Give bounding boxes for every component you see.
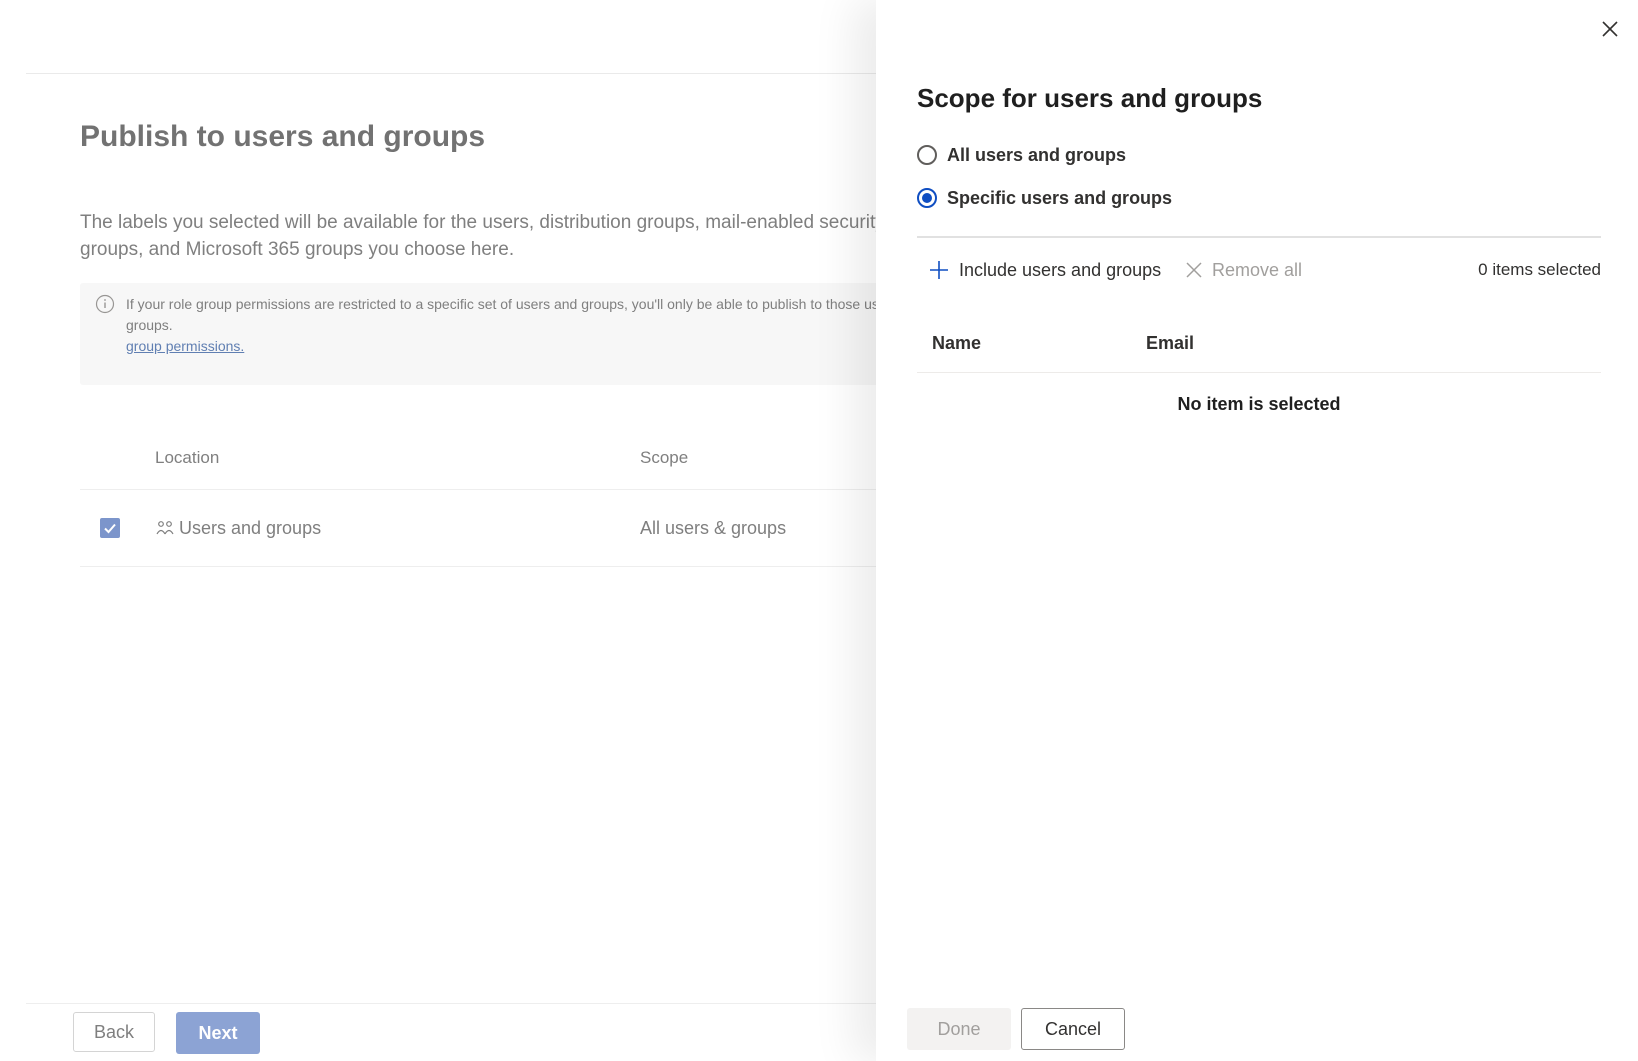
column-header-name[interactable]: Name (932, 333, 981, 354)
header-divider (26, 73, 926, 74)
close-icon[interactable] (1598, 17, 1622, 41)
radio-specific-users-groups[interactable]: Specific users and groups (917, 185, 1172, 211)
x-icon (1186, 262, 1202, 278)
remove-all-button[interactable]: Remove all (1185, 256, 1302, 284)
column-header-scope[interactable]: Scope (640, 448, 688, 468)
row-scope: All users & groups (640, 518, 787, 538)
checkmark-icon (104, 523, 116, 534)
table-header-divider (917, 372, 1601, 373)
table-row-divider (80, 566, 950, 567)
info-message-body: If your role group permissions are restr… (126, 296, 926, 333)
users-icon (156, 521, 174, 535)
page-title: Publish to users and groups (80, 120, 486, 153)
back-button[interactable]: Back (73, 1012, 155, 1052)
column-header-email[interactable]: Email (1146, 333, 1194, 354)
items-selected-count: 0 items selected (1478, 260, 1601, 279)
radio-label-all: All users and groups (947, 144, 1127, 165)
users-groups-checkbox[interactable] (100, 518, 120, 538)
radio-button-unchecked[interactable] (917, 145, 937, 165)
column-header-location[interactable]: Location (155, 448, 219, 468)
row-location: Users and groups (179, 518, 322, 538)
info-icon (95, 294, 115, 314)
panel-divider (917, 236, 1601, 238)
plus-icon (930, 261, 948, 279)
next-button[interactable]: Next (176, 1012, 260, 1054)
page-description: The labels you selected will be availabl… (80, 212, 885, 260)
panel-title: Scope for users and groups (917, 83, 1263, 113)
empty-state-message: No item is selected (1177, 394, 1341, 414)
radio-all-users-groups[interactable]: All users and groups (917, 142, 1126, 168)
table-header-divider (80, 489, 950, 490)
include-label: Include users and groups (959, 259, 1162, 280)
include-users-groups-button[interactable]: Include users and groups (928, 256, 1161, 284)
info-message-text: If your role group permissions are restr… (126, 294, 946, 357)
done-button[interactable]: Done (907, 1008, 1011, 1050)
scope-panel: Scope for users and groups All users and… (876, 0, 1638, 1061)
footer-divider (26, 1003, 906, 1004)
remove-all-label: Remove all (1212, 259, 1303, 280)
radio-button-checked[interactable] (917, 188, 937, 208)
radio-label-specific: Specific users and groups (947, 187, 1173, 208)
info-message-bar: If your role group permissions are restr… (80, 283, 960, 385)
group-permissions-link[interactable]: group permissions. (126, 338, 244, 354)
cancel-button[interactable]: Cancel (1021, 1008, 1125, 1050)
